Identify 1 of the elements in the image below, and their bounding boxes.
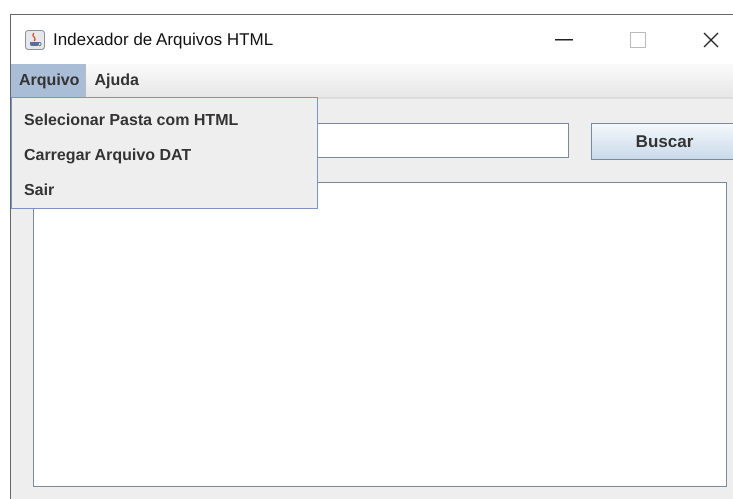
window-title: Indexador de Arquivos HTML — [53, 30, 274, 50]
